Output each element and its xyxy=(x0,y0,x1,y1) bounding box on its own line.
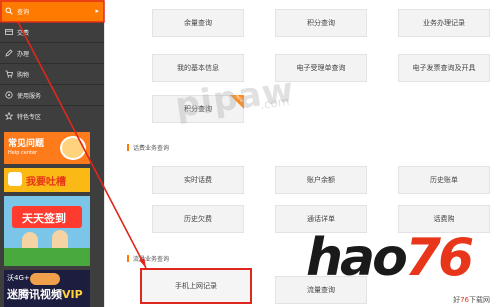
section-title-text: 话费业务查询 xyxy=(133,145,170,152)
account-balance-button[interactable]: 账户余额 xyxy=(275,166,367,194)
button-label: 余量查询 xyxy=(184,19,212,27)
sidebar-item-label: 特色专区 xyxy=(17,113,42,121)
button-label: 我的基本信息 xyxy=(177,64,219,72)
service-agent-illustration xyxy=(60,136,86,160)
cart-icon xyxy=(4,70,13,79)
help-banner-subtitle: Help center xyxy=(8,150,38,156)
promo-line2-text: 迷腾讯视频 xyxy=(7,288,62,301)
hao76-sub-red: 76 xyxy=(460,296,469,304)
sidebar-item-shop[interactable]: 购物 xyxy=(0,64,104,84)
button-label: 积分查询 xyxy=(307,19,335,27)
grass-decoration xyxy=(4,248,90,266)
card-icon xyxy=(4,28,13,37)
mobile-internet-record-button[interactable]: 手机上网记录 xyxy=(140,268,252,304)
sidebar-item-label: 办理 xyxy=(17,50,30,58)
balance-query-button[interactable]: 余量查询 xyxy=(152,9,244,37)
feedback-banner-title: 我要吐槽 xyxy=(26,177,66,188)
hao76-digits: 76 xyxy=(404,228,474,288)
hao76-sub-suffix: 下载网 xyxy=(469,296,490,304)
button-label: 电子发票查询及开具 xyxy=(412,64,476,72)
chevron-right-icon: ▸ xyxy=(95,7,99,15)
promo-line1: 沃4G+ xyxy=(7,274,30,282)
signin-banner-title: 天天签到 xyxy=(22,212,66,225)
button-label: 实时话费 xyxy=(184,176,212,184)
sidebar-item-handle[interactable]: 办理 xyxy=(0,43,104,63)
button-label: 业务办理记录 xyxy=(423,19,465,27)
button-label: 账户余额 xyxy=(307,176,335,184)
section-title-text: 流量业务查询 xyxy=(133,256,170,263)
hao76-subtitle: 好76下载网 xyxy=(453,295,490,305)
help-banner-title: 常见问题 xyxy=(8,139,45,149)
sidebar-item-label: 购物 xyxy=(17,71,30,79)
tencent-video-promo-banner[interactable]: 沃4G+ 迷腾讯视频VIP xyxy=(4,270,90,307)
speech-bubble-icon xyxy=(8,172,22,186)
button-label: 话费购 xyxy=(433,215,455,223)
sidebar-item-label: 查询 xyxy=(17,8,30,16)
cartoon-character-illustration xyxy=(30,273,60,285)
history-arrears-button[interactable]: 历史欠费 xyxy=(152,205,244,233)
section-title-flow: 流量业务查询 xyxy=(127,254,169,263)
sidebar-item-special[interactable]: 特色专区 xyxy=(0,106,104,126)
button-label: 历史欠费 xyxy=(184,215,212,223)
promo-line2: 迷腾讯视频VIP xyxy=(7,286,83,302)
sidebar-item-query[interactable]: 查询 ▸ xyxy=(0,0,104,22)
sidebar-item-service[interactable]: 使用服务 xyxy=(0,85,104,105)
section-marker xyxy=(127,144,129,151)
hao76-letters: hao xyxy=(306,228,408,288)
vip-label: VIP xyxy=(62,288,83,301)
sidebar-item-label: 交费 xyxy=(17,29,30,37)
hao76-logo-text: hao76 xyxy=(306,228,474,288)
search-icon xyxy=(4,7,13,16)
e-invoice-button[interactable]: 电子发票查询及开具 xyxy=(398,54,490,82)
help-center-banner[interactable]: 常见问题 Help center xyxy=(4,132,90,164)
button-label: 手机上网记录 xyxy=(175,282,217,290)
section-title-fee: 话费业务查询 xyxy=(127,143,169,152)
star-icon xyxy=(4,112,13,121)
button-label: 通话详单 xyxy=(307,215,335,223)
signin-banner[interactable]: 天天签到 xyxy=(4,196,90,266)
sidebar-item-label: 使用服务 xyxy=(17,92,42,100)
button-label: 历史账单 xyxy=(430,176,458,184)
section-marker xyxy=(127,255,129,262)
hao76-watermark-logo: hao76 好76下载网 xyxy=(300,226,496,307)
signin-sign: 天天签到 xyxy=(12,206,82,228)
pen-icon xyxy=(4,49,13,58)
business-record-button[interactable]: 业务办理记录 xyxy=(398,9,490,37)
feedback-banner[interactable]: 我要吐槽 xyxy=(4,168,90,192)
sidebar-item-pay[interactable]: 交费 xyxy=(0,22,104,42)
points-query-button[interactable]: 积分查询 xyxy=(275,9,367,37)
realtime-fee-button[interactable]: 实时话费 xyxy=(152,166,244,194)
history-bill-button[interactable]: 历史账单 xyxy=(398,166,490,194)
button-label: 电子受理单查询 xyxy=(296,64,346,72)
sidebar: 查询 ▸ 交费 办理 购物 使用服务 特色专区 常见问题 Help center… xyxy=(0,0,104,307)
service-icon xyxy=(4,91,13,100)
